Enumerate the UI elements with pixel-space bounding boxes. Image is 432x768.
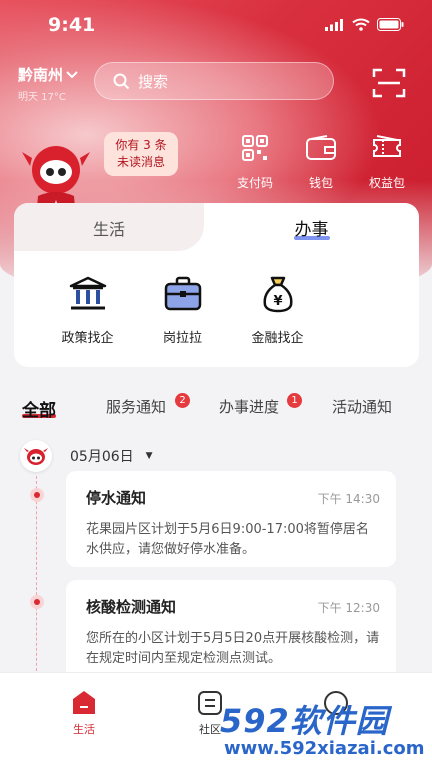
top-bar: 黔南州 明天 17°C 搜索: [0, 62, 432, 106]
service-grid: 政策找企 岗拉拉 ¥ 金融找企: [14, 273, 419, 346]
quick-action-wallet[interactable]: 钱包: [288, 130, 354, 191]
quick-actions: 支付码 钱包 权益包: [222, 130, 420, 191]
ticket-icon: [373, 135, 401, 157]
briefcase-icon: [164, 276, 201, 311]
tabbar-label: 生活: [73, 723, 95, 736]
filter-progress[interactable]: 办事进度 1: [219, 393, 302, 417]
filter-label: 活动通知: [332, 398, 393, 416]
tab-affairs[interactable]: 办事: [204, 203, 419, 251]
scan-icon[interactable]: [372, 68, 406, 98]
notice-body: 您所在的小区计划于5月5日20点开展核酸检测，请在规定时间内至规定检测点测试。: [86, 631, 380, 666]
notice-card[interactable]: 核酸检测通知 下午 12:30 您所在的小区计划于5月5日20点开展核酸检测，请…: [66, 580, 396, 680]
quick-action-pay-code[interactable]: 支付码: [222, 130, 288, 191]
service-policy[interactable]: 政策找企: [40, 273, 135, 346]
site-watermark: 592软件园 www.592xiazai.com: [214, 696, 432, 768]
avatar: [20, 440, 52, 472]
tab-life[interactable]: 生活: [14, 203, 204, 251]
svg-text:¥: ¥: [273, 294, 282, 309]
quick-action-label: 支付码: [236, 176, 273, 190]
qr-code-icon: [242, 135, 268, 161]
government-building-icon: [69, 276, 106, 310]
quick-action-label: 钱包: [308, 176, 333, 190]
timeline-line: [36, 476, 38, 676]
notice-time: 下午 12:30: [317, 601, 380, 615]
search-placeholder: 搜索: [138, 72, 169, 91]
search-input[interactable]: 搜索: [94, 62, 334, 100]
service-card: 生活 办事 政策找企 岗拉拉 ¥ 金融找企: [14, 203, 419, 367]
location-selector[interactable]: 黔南州 明天 17°C: [18, 64, 78, 103]
notice-card[interactable]: 停水通知 下午 14:30 花果园片区计划于5月6日9:00-17:00将暂停居…: [66, 471, 396, 567]
filter-activity[interactable]: 活动通知: [332, 396, 392, 417]
status-time: 9:41: [48, 14, 96, 36]
filter-label: 服务通知: [106, 398, 167, 416]
timeline-dot: [30, 488, 44, 502]
filter-service-notice[interactable]: 服务通知 2: [106, 393, 190, 417]
chevron-down-icon: [66, 70, 78, 78]
wallet-icon: [306, 135, 336, 160]
city-name: 黔南州: [18, 66, 64, 84]
search-icon: [113, 73, 130, 89]
service-label: 政策找企: [61, 331, 114, 346]
watermark-brand: 592软件园: [220, 702, 389, 740]
filter-all[interactable]: 全部: [22, 396, 56, 421]
battery-icon: [377, 18, 404, 31]
money-bag-icon: ¥: [262, 276, 293, 313]
notice-filter-tabs: 全部 服务通知 2 办事进度 1 活动通知: [0, 393, 432, 426]
service-jobs[interactable]: 岗拉拉: [135, 273, 230, 346]
service-label: 金融找企: [251, 331, 304, 346]
notice-body: 花果园片区计划于5月6日9:00-17:00将暂停居名水供应，请您做好停水准备。: [86, 522, 369, 557]
filter-label: 办事进度: [219, 398, 280, 416]
service-tabs: 生活 办事: [14, 203, 419, 251]
service-label: 岗拉拉: [162, 331, 202, 346]
unread-message-bubble[interactable]: 你有 3 条 未读消息: [104, 132, 178, 176]
tabbar-life[interactable]: 生活: [44, 689, 124, 737]
wifi-icon: [352, 18, 370, 31]
quick-action-label: 权益包: [368, 176, 405, 190]
bubble-line-1: 你有 3 条: [115, 138, 167, 152]
service-finance[interactable]: ¥ 金融找企: [230, 273, 325, 346]
status-bar: 9:41: [0, 0, 432, 50]
timeline-dot: [30, 595, 44, 609]
weather-text: 明天 17°C: [18, 92, 66, 103]
quick-action-benefits[interactable]: 权益包: [354, 130, 420, 191]
unread-badge: 1: [287, 393, 302, 408]
date-label: 05月06日: [70, 449, 134, 465]
tab-affairs-label: 办事: [294, 220, 329, 240]
date-selector[interactable]: 05月06日 ▼: [20, 440, 153, 472]
home-icon: [73, 691, 95, 714]
signal-icon: [325, 18, 343, 31]
bubble-line-2: 未读消息: [116, 155, 165, 169]
watermark-url: www.592xiazai.com: [224, 738, 425, 759]
filter-label: 全部: [22, 401, 56, 421]
unread-badge: 2: [175, 393, 190, 408]
caret-down-icon: ▼: [145, 451, 153, 461]
notice-time: 下午 14:30: [317, 492, 380, 506]
robot-avatar-icon: [24, 448, 48, 465]
